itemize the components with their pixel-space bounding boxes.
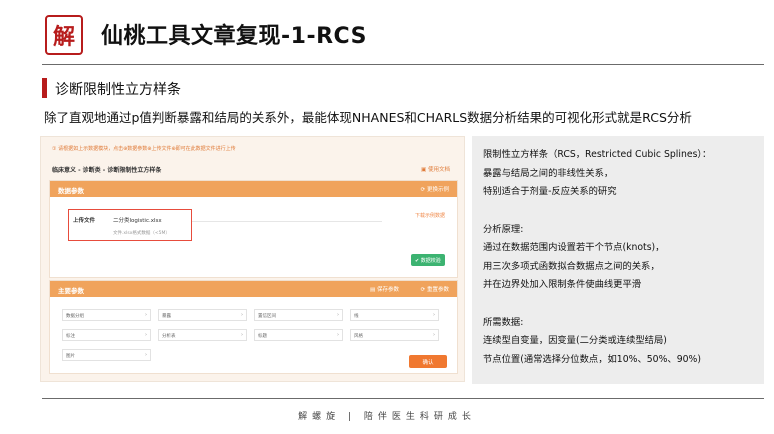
section-title: 诊断限制性立方样条 — [55, 82, 181, 98]
footer: 解螺旋 | 陪伴医生科研成长 — [0, 409, 774, 422]
info-line: 并在边界处加入限制条件使曲线更平滑 — [483, 279, 642, 290]
logo-glyph: 解 — [52, 24, 75, 50]
footer-brand: 解螺旋 — [298, 412, 341, 422]
footer-slogan: 陪伴医生科研成长 — [363, 412, 476, 422]
help-doc-label: 使用文档 — [427, 167, 450, 173]
param-select[interactable]: 暴露 › — [158, 309, 247, 321]
change-example-label: 更换示例 — [426, 187, 449, 193]
info-line: 通过在数据范围内设置若干个节点(knots)， — [483, 242, 665, 253]
param-fields: 数据分组 › 暴露 › 置信区间 › 线 › 标注 › 分析表 › 标题 › 风格 › 图片 › — [62, 309, 447, 361]
chevron-right-icon: › — [337, 332, 339, 338]
info-heading: 所需数据: — [483, 316, 524, 328]
info-line: 连续型自变量，因变量(二分类或连续型结局) — [483, 335, 667, 346]
chevron-right-icon: › — [241, 312, 243, 318]
param-select[interactable]: 置信区间 › — [254, 309, 343, 321]
upload-hint: 文件.xlsx格式数据（<5M） — [113, 231, 170, 236]
data-check-label: 数据校验 — [420, 258, 441, 264]
footer-divider — [42, 398, 764, 399]
chevron-right-icon: › — [241, 332, 243, 338]
param-select-label: 暴露 — [162, 314, 171, 319]
data-params-title: 数据参数 — [58, 187, 84, 195]
doc-icon: ▣ — [421, 167, 428, 173]
chevron-right-icon: › — [145, 312, 147, 318]
main-params-panel: 主要参数 ▤ 保存参数 ⟳ 重置参数 数据分组 › 暴露 › 置信区间 › 线 › 标注… — [49, 280, 458, 374]
param-select[interactable]: 数据分组 › — [62, 309, 151, 321]
reset-params-label: 重置参数 — [426, 287, 449, 293]
param-select-label: 置信区间 — [258, 314, 276, 319]
confirm-button[interactable]: 确认 — [409, 355, 447, 368]
param-select-label: 分析表 — [162, 334, 176, 339]
header-divider — [42, 64, 764, 65]
data-check-button[interactable]: ✔ 数据校验 — [411, 254, 445, 266]
upload-label: 上传文件 — [73, 218, 96, 224]
save-params-button[interactable]: ▤ 保存参数 — [370, 285, 399, 293]
param-select-label: 风格 — [354, 334, 363, 339]
param-select-label: 标题 — [258, 334, 267, 339]
data-params-header: 数据参数 ⟳ 更换示例 — [50, 181, 457, 197]
change-example-button[interactable]: ⟳ 更换示例 — [421, 185, 449, 193]
param-select[interactable]: 图片 › — [62, 349, 151, 361]
upload-file-field[interactable]: 上传文件 二分类logistic.xlsx 文件.xlsx格式数据（<5M） — [68, 209, 192, 241]
save-icon: ▤ — [370, 287, 377, 293]
param-select-label: 图片 — [66, 354, 75, 359]
info-line: 暴露与结局之间的非线性关系， — [483, 167, 614, 179]
reset-params-button[interactable]: ⟳ 重置参数 — [421, 285, 449, 293]
brand-logo: 解 — [45, 15, 83, 55]
chevron-right-icon: › — [433, 312, 435, 318]
info-line: 特别适合于剂量-反应关系的研究 — [483, 186, 617, 197]
param-select[interactable]: 标题 › — [254, 329, 343, 341]
chevron-right-icon: › — [433, 332, 435, 338]
param-select[interactable]: 标注 › — [62, 329, 151, 341]
param-select[interactable]: 风格 › — [350, 329, 439, 341]
main-params-title: 主要参数 — [58, 287, 84, 295]
download-example-link[interactable]: 下载示例数据 — [415, 212, 445, 219]
chevron-right-icon: › — [337, 312, 339, 318]
page-title: 仙桃工具文章复现-1-RCS — [101, 24, 367, 49]
info-heading: 分析原理: — [483, 223, 524, 235]
file-underline — [192, 221, 382, 222]
breadcrumb: 临床意义 - 诊断类 - 诊断限制性立方样条 — [52, 167, 162, 174]
param-select-label: 标注 — [66, 334, 75, 339]
data-params-panel: 数据参数 ⟳ 更换示例 上传文件 二分类logistic.xlsx 文件.xls… — [49, 180, 458, 278]
section-description: 除了直观地通过p值判断暴露和结局的关系外，最能体现NHANES和CHARLS数据… — [44, 110, 692, 125]
help-doc-link[interactable]: ▣ 使用文档 — [421, 165, 450, 173]
section-marker — [42, 78, 47, 98]
info-line: 用三次多项式函数拟合数据点之间的关系， — [483, 260, 660, 272]
chevron-right-icon: › — [145, 332, 147, 338]
info-box: 限制性立方样条（RCS，Restricted Cubic Splines）： 暴… — [472, 136, 764, 384]
param-select[interactable]: 分析表 › — [158, 329, 247, 341]
save-params-label: 保存参数 — [376, 287, 399, 293]
param-select-label: 线 — [354, 314, 359, 319]
footer-separator: | — [347, 412, 357, 422]
param-select[interactable]: 线 › — [350, 309, 439, 321]
info-line: 节点位置(通常选择分位数点，如10%、50%、90%) — [483, 353, 701, 365]
upload-file-name: 二分类logistic.xlsx — [113, 218, 162, 224]
app-screenshot: ① 请根据如上示数据模块，点击⊕数据参数⊕上传文件⊕即可在此数据文件进行上传 临… — [40, 136, 465, 382]
main-params-header: 主要参数 ▤ 保存参数 ⟳ 重置参数 — [50, 281, 457, 297]
param-select-label: 数据分组 — [66, 314, 84, 319]
chevron-right-icon: › — [145, 352, 147, 358]
info-line: 限制性立方样条（RCS，Restricted Cubic Splines）： — [483, 149, 712, 160]
app-tip: ① 请根据如上示数据模块，点击⊕数据参数⊕上传文件⊕即可在此数据文件进行上传 — [52, 146, 236, 152]
